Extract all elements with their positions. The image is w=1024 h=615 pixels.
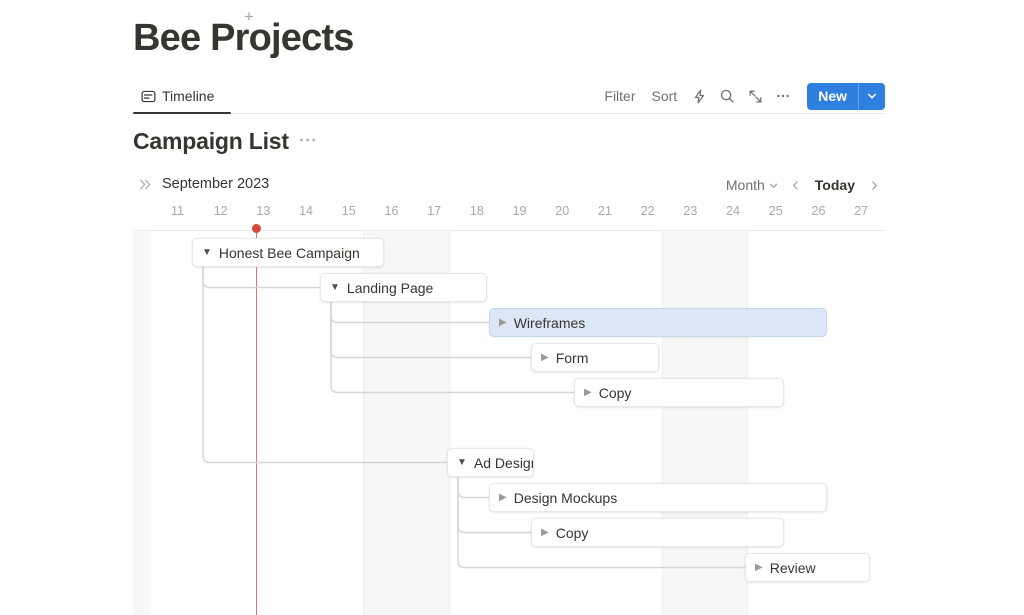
board-header: Campaign List [133, 128, 316, 155]
gantt-bar[interactable]: ▼ Ad Design [447, 448, 534, 477]
zoom-level-select[interactable]: Month [722, 175, 783, 195]
day-ruler: 11 12 13 14 15 16 17 18 19 20 21 22 23 24 25 26 27 [171, 204, 869, 218]
caret-right-icon[interactable]: ▶ [499, 492, 507, 503]
gantt-bar-label: Wireframes [513, 314, 586, 331]
search-icon[interactable] [713, 83, 741, 109]
filter-button[interactable]: Filter [596, 82, 643, 110]
gantt-bar-label: Ad Design [473, 454, 534, 471]
gantt-bar[interactable]: ▼ Honest Bee Campaign [192, 238, 384, 267]
gantt-bar-label: Form [555, 349, 589, 366]
expand-diagonal-icon[interactable] [741, 83, 769, 109]
gantt-bar-label: Copy [598, 384, 632, 401]
gantt-bar[interactable]: ▼ Landing Page [320, 273, 487, 302]
gantt-bar[interactable]: ▶ Design Mockups [489, 483, 827, 512]
tab-active-indicator [133, 112, 231, 114]
caret-right-icon[interactable]: ▶ [755, 562, 763, 573]
connector-line [202, 267, 320, 289]
caret-right-icon[interactable]: ▶ [541, 352, 549, 363]
chevron-left-icon[interactable] [785, 174, 807, 196]
today-button[interactable]: Today [809, 175, 861, 195]
connector-line [457, 477, 489, 499]
toolbar: Filter Sort New [596, 82, 885, 110]
board-menu-ellipsis-icon[interactable] [299, 130, 316, 154]
date-navigation: Month Today [722, 174, 885, 196]
lightning-icon[interactable] [685, 83, 713, 109]
timeline-icon [140, 88, 156, 104]
chevron-down-icon[interactable] [858, 82, 885, 110]
view-bar-divider [133, 113, 885, 114]
connector-line [330, 302, 489, 324]
gantt-bar[interactable]: ▶ Copy [574, 378, 784, 407]
gantt-bar[interactable]: ▶ Copy [531, 518, 784, 547]
chevron-down-icon [768, 180, 779, 191]
timeline-header: September 2023 Month Today [133, 174, 885, 198]
gantt-bar-label: Copy [555, 524, 589, 541]
chevron-right-icon[interactable] [863, 174, 885, 196]
zoom-level-label: Month [725, 177, 765, 193]
add-view-button[interactable]: + [238, 5, 260, 27]
sort-button[interactable]: Sort [644, 82, 686, 110]
month-label: September 2023 [162, 176, 270, 192]
timeline-grid[interactable]: ▼ Honest Bee Campaign ▼ Landing Page ▶ Wirefr… [133, 230, 885, 615]
gantt-bar-label: Review [769, 559, 816, 576]
gantt-bar[interactable]: ▶ Review [745, 553, 870, 582]
double-chevron-right-icon[interactable] [138, 177, 153, 195]
tab-timeline-label: Timeline [162, 88, 215, 104]
caret-down-icon[interactable]: ▼ [330, 282, 340, 293]
caret-down-icon[interactable]: ▼ [202, 247, 212, 258]
caret-down-icon[interactable]: ▼ [457, 457, 467, 468]
gantt-bar[interactable]: ▶ Form [531, 343, 659, 372]
tab-timeline[interactable]: Timeline [140, 82, 214, 110]
gantt-bar[interactable]: ▶ Wireframes [489, 308, 827, 337]
caret-right-icon[interactable]: ▶ [541, 527, 549, 538]
new-button-group: New [807, 82, 885, 110]
new-button[interactable]: New [807, 83, 858, 110]
caret-right-icon[interactable]: ▶ [584, 387, 592, 398]
gantt-bar-label: Landing Page [346, 279, 434, 296]
gantt-bar-label: Honest Bee Campaign [218, 244, 360, 261]
caret-right-icon[interactable]: ▶ [499, 317, 507, 328]
ellipsis-icon[interactable] [769, 83, 797, 109]
today-marker-dot [251, 224, 261, 233]
board-title: Campaign List [133, 128, 289, 154]
gantt-bar-label: Design Mockups [513, 489, 618, 506]
